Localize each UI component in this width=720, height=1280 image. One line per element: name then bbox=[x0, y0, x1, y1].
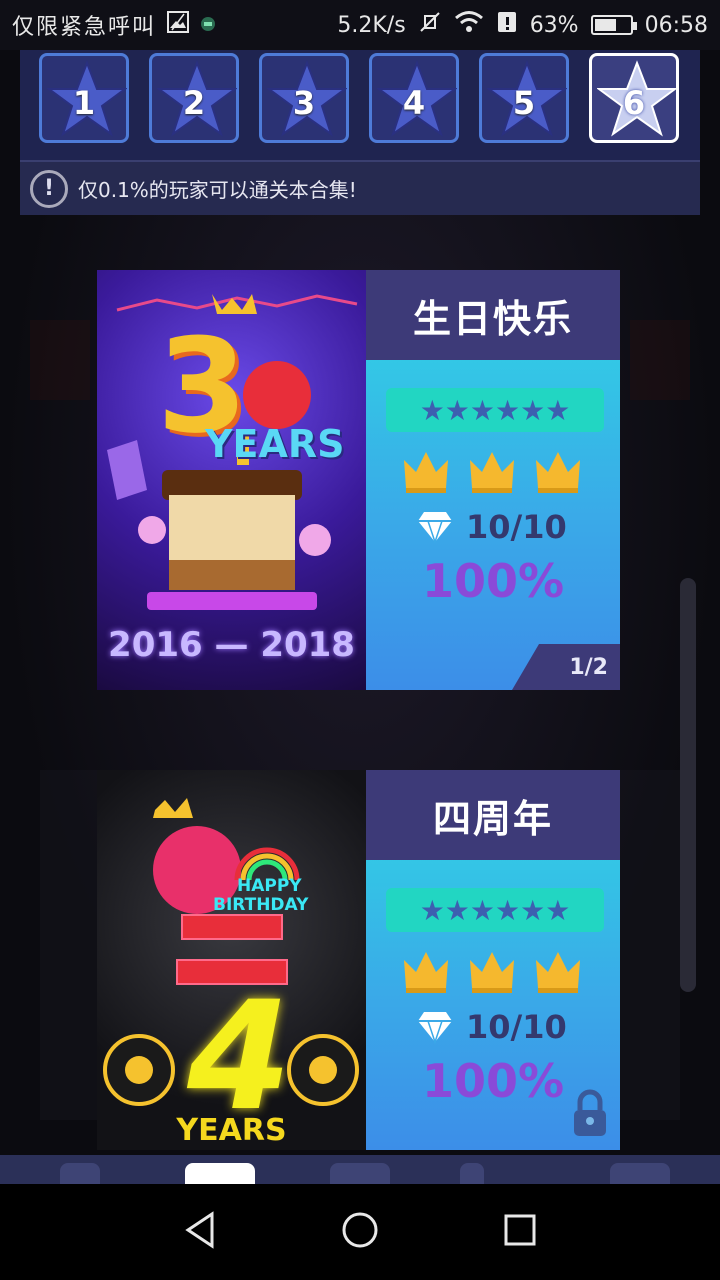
recents-icon[interactable] bbox=[500, 1210, 540, 1254]
app-bottom-nav bbox=[0, 1155, 720, 1185]
level-button-2[interactable]: 2 bbox=[149, 53, 239, 143]
screen: 仅限紧急呼叫 5.2K/s 63% 06:58 1 2 3 4 5 6 ! 仅0… bbox=[0, 0, 720, 1280]
crown-icon bbox=[404, 952, 448, 993]
net-speed: 5.2K/s bbox=[337, 12, 406, 38]
card-artwork-4-years: HAPPY BIRTHDAY 4 YEARS bbox=[97, 770, 366, 1150]
level-button-5[interactable]: 5 bbox=[479, 53, 569, 143]
level-number: 4 bbox=[402, 84, 426, 122]
crown-row bbox=[402, 950, 582, 994]
exclamation-circle-icon: ! bbox=[30, 169, 68, 208]
collection-card-birthday[interactable]: 3 YEARS 2016 — 2018 生日快乐 ★★★★★★ 10/10 10… bbox=[97, 270, 620, 690]
home-icon[interactable] bbox=[340, 1210, 380, 1254]
page-indicator: 1/2 bbox=[512, 644, 620, 690]
sim-alert-icon bbox=[496, 10, 518, 40]
art-banner-birthday: BIRTHDAY bbox=[213, 895, 309, 915]
level-button-4[interactable]: 4 bbox=[369, 53, 459, 143]
crown-icon bbox=[470, 452, 514, 493]
notice-bar: ! 仅0.1%的玩家可以通关本合集! bbox=[20, 160, 700, 215]
nav-tab-profile[interactable] bbox=[460, 1163, 484, 1185]
crown-icon bbox=[470, 952, 514, 993]
level-button-6-selected[interactable]: 6 bbox=[589, 53, 679, 143]
crown-icon bbox=[536, 952, 580, 993]
carrier-text: 仅限紧急呼叫 bbox=[12, 15, 157, 40]
card-title: 四周年 bbox=[366, 770, 620, 860]
diamond-count: 10/10 bbox=[416, 1008, 567, 1046]
nav-tab-home[interactable] bbox=[60, 1163, 100, 1185]
crown-icon bbox=[536, 452, 580, 493]
battery-percent: 63% bbox=[529, 12, 579, 38]
battery-icon bbox=[590, 15, 637, 35]
gallery-icon bbox=[166, 10, 190, 40]
app-notification-icon bbox=[200, 13, 216, 38]
completion-percent: 100% bbox=[421, 554, 565, 608]
stars-rating: ★★★★★★ bbox=[386, 388, 604, 432]
level-selector: 1 2 3 4 5 6 bbox=[20, 50, 700, 160]
card-info-panel: 生日快乐 ★★★★★★ 10/10 100% 1/2 bbox=[366, 270, 620, 690]
diamond-icon bbox=[418, 1012, 452, 1044]
level-button-1[interactable]: 1 bbox=[39, 53, 129, 143]
art-dates: 2016 — 2018 bbox=[108, 625, 355, 665]
diamond-icon bbox=[418, 512, 452, 544]
nav-tab-settings[interactable] bbox=[610, 1163, 670, 1185]
crown-icon bbox=[404, 452, 448, 493]
card-info-panel: 四周年 ★★★★★★ 10/10 100% bbox=[366, 770, 620, 1150]
crown-row bbox=[402, 450, 582, 494]
back-icon[interactable] bbox=[180, 1210, 220, 1254]
level-number: 1 bbox=[72, 84, 96, 122]
scrollbar[interactable] bbox=[680, 578, 696, 992]
diamond-count-text: 10/10 bbox=[466, 1008, 567, 1046]
stars-rating: ★★★★★★ bbox=[386, 888, 604, 932]
wifi-icon bbox=[454, 10, 484, 40]
level-number: 6 bbox=[622, 84, 646, 122]
level-number: 3 bbox=[292, 84, 316, 122]
level-number: 5 bbox=[512, 84, 536, 122]
art-banner-happy: HAPPY bbox=[237, 876, 302, 896]
card-title: 生日快乐 bbox=[366, 270, 620, 360]
art-years-label: YEARS bbox=[205, 422, 345, 466]
card-artwork-3-years: 3 YEARS 2016 — 2018 bbox=[97, 270, 366, 690]
level-number: 2 bbox=[182, 84, 206, 122]
diamond-count-text: 10/10 bbox=[466, 508, 567, 546]
collection-card-fourth-anniversary[interactable]: HAPPY BIRTHDAY 4 YEARS 四周年 ★★★★★★ 10/10 … bbox=[97, 770, 620, 1150]
art-years-label: YEARS bbox=[176, 1113, 287, 1148]
clock: 06:58 bbox=[644, 12, 708, 38]
system-nav-bar bbox=[0, 1184, 720, 1280]
level-button-3[interactable]: 3 bbox=[259, 53, 349, 143]
mute-icon bbox=[418, 10, 442, 40]
status-bar: 仅限紧急呼叫 5.2K/s 63% 06:58 bbox=[0, 0, 720, 50]
nav-tab-discover[interactable] bbox=[330, 1163, 390, 1185]
lock-icon bbox=[570, 1088, 610, 1142]
diamond-count: 10/10 bbox=[416, 508, 567, 546]
nav-tab-collections-active[interactable] bbox=[185, 1163, 255, 1185]
notice-text: 仅0.1%的玩家可以通关本合集! bbox=[78, 178, 357, 202]
